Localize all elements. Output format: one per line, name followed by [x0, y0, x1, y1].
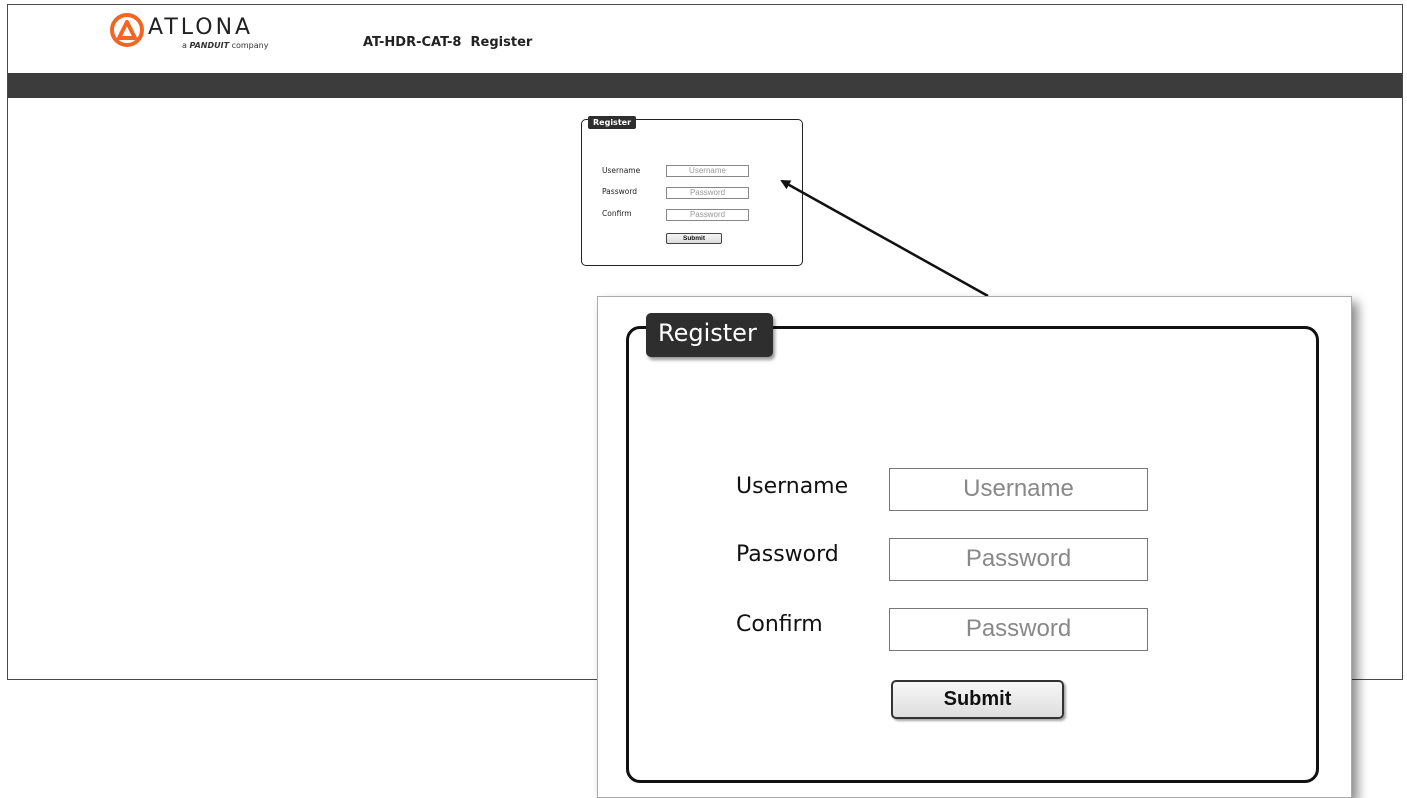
username-input-zoomed[interactable]: Username	[889, 468, 1148, 511]
password-label: Password	[602, 187, 638, 196]
stage: ATLONA a PANDUIT company AT-HDR-CAT-8 Re…	[0, 0, 1407, 798]
device-model: AT-HDR-CAT-8	[363, 35, 462, 50]
register-legend-zoomed: Register	[646, 313, 773, 357]
password-input[interactable]: Password	[666, 187, 749, 199]
brand-tagline: a PANDUIT company	[182, 41, 269, 50]
zoom-callout: Register Username Username Password Pass…	[597, 296, 1352, 798]
username-input[interactable]: Username	[666, 165, 749, 177]
password-label-zoomed: Password	[736, 542, 839, 567]
atlona-logo: ATLONA a PANDUIT company	[110, 11, 300, 55]
register-fieldset-zoomed: Register Username Username Password Pass…	[626, 313, 1319, 783]
password-input-zoomed[interactable]: Password	[889, 538, 1148, 581]
submit-button-zoomed[interactable]: Submit	[891, 680, 1064, 719]
confirm-password-input-zoomed[interactable]: Password	[889, 608, 1148, 651]
page-name: Register	[470, 35, 533, 50]
atlona-mark-icon	[110, 13, 144, 47]
confirm-password-input[interactable]: Password	[666, 209, 749, 221]
username-label: Username	[602, 166, 641, 175]
confirm-label-zoomed: Confirm	[736, 612, 823, 637]
confirm-label: Confirm	[602, 209, 632, 218]
submit-button[interactable]: Submit	[666, 233, 722, 244]
username-label-zoomed: Username	[736, 474, 849, 499]
nav-bar	[8, 73, 1402, 98]
page-title: AT-HDR-CAT-8 Register	[363, 35, 532, 50]
brand-wordmark: ATLONA	[148, 15, 254, 40]
register-fieldset: Register Username Username Password Pass…	[581, 116, 803, 266]
register-legend: Register	[588, 116, 637, 129]
